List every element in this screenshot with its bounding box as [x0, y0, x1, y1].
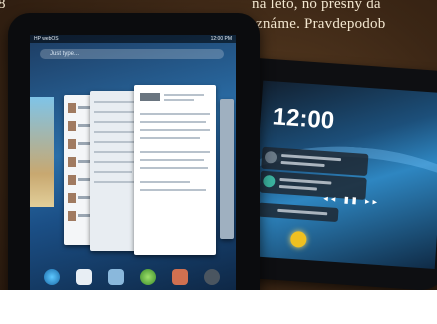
music-icon [262, 174, 276, 188]
contact-row [68, 193, 90, 205]
mail-line [164, 99, 194, 101]
mail-line [94, 151, 136, 153]
mail-line [140, 113, 210, 115]
mail-line [140, 189, 206, 191]
status-left: HP webOS [34, 36, 59, 42]
contact-row [68, 139, 90, 151]
notification-line [277, 208, 328, 216]
beach-card[interactable] [30, 97, 54, 207]
status-right: 12:00 PM [210, 36, 232, 42]
mail-line [140, 159, 204, 161]
mail-line [140, 167, 208, 169]
contact-row [68, 175, 90, 187]
tablet-left: HP webOS 12:00 PM Just type... [8, 13, 260, 319]
email-icon[interactable] [76, 269, 92, 285]
mail-line [140, 181, 190, 183]
notification-line [281, 153, 342, 162]
mail-line [164, 94, 204, 96]
photos-icon[interactable] [108, 269, 124, 285]
search-bar[interactable]: Just type... [40, 49, 224, 59]
mail-line [140, 121, 206, 123]
contact-row [68, 121, 90, 133]
mail-line [140, 137, 200, 139]
article-text-line-2: známe. Pravdepodob [256, 16, 386, 32]
launcher-icon[interactable] [204, 269, 220, 285]
notification-line [279, 177, 332, 185]
contact-row [68, 157, 90, 169]
status-bar: HP webOS 12:00 PM [30, 35, 236, 43]
tablet-left-screen: HP webOS 12:00 PM Just type... [30, 35, 236, 301]
mail-line [94, 111, 138, 113]
sender-avatar [140, 93, 160, 101]
browser-icon[interactable] [44, 269, 60, 285]
app-dock [38, 265, 228, 293]
email-detail-card[interactable] [134, 85, 216, 255]
tablet-right-screen: 12:00 ◂◂ ▮▮ ▸▸ [251, 80, 437, 269]
search-placeholder: Just type... [50, 51, 80, 57]
contact-row [68, 211, 90, 223]
mail-line [140, 151, 210, 153]
article-text-line-1: na leto, no presny da [252, 0, 381, 12]
mail-line [94, 131, 134, 133]
lock-screen-clock: 12:00 [271, 103, 336, 135]
calendar-icon[interactable] [172, 269, 188, 285]
notification-line [278, 184, 318, 191]
mail-line [140, 129, 210, 131]
mail-line [94, 171, 132, 173]
article-text-corner: 8 [0, 0, 6, 12]
page-bottom-margin [0, 290, 437, 324]
contact-row [68, 103, 90, 115]
messaging-icon[interactable] [140, 269, 156, 285]
notification-line [280, 160, 325, 168]
notification-icon [264, 150, 278, 164]
partial-card[interactable] [220, 99, 234, 239]
